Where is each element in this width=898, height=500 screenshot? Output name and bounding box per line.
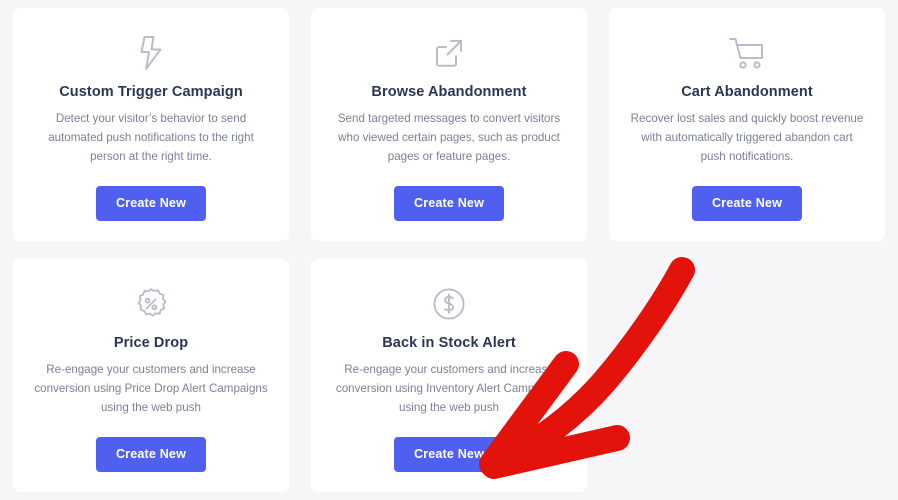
- create-new-button[interactable]: Create New: [95, 437, 207, 472]
- card-title: Browse Abandonment: [371, 84, 527, 100]
- percent-badge-icon: [134, 281, 168, 327]
- card-description: Re-engage your customers and increase co…: [34, 363, 268, 414]
- lightning-bolt-icon: [136, 30, 166, 76]
- card-title: Back in Stock Alert: [382, 335, 516, 351]
- campaign-type-grid: Custom Trigger Campaign Detect your visi…: [13, 8, 885, 492]
- create-new-button[interactable]: Create New: [95, 186, 207, 221]
- create-new-button[interactable]: Create New: [393, 437, 505, 472]
- card-title: Price Drop: [113, 335, 189, 351]
- dollar-circle-icon: [432, 281, 466, 327]
- card-description: Recover lost sales and quickly boost rev…: [630, 112, 864, 163]
- card-description: Re-engage your customers and increase co…: [335, 363, 563, 414]
- shopping-cart-icon: [728, 30, 766, 76]
- create-new-button[interactable]: Create New: [393, 186, 505, 221]
- card-title: Cart Abandonment: [681, 84, 813, 100]
- campaign-card-browse-abandonment[interactable]: Browse Abandonment Send targeted message…: [311, 8, 587, 241]
- create-new-button[interactable]: Create New: [691, 186, 803, 221]
- campaign-card-custom-trigger[interactable]: Custom Trigger Campaign Detect your visi…: [13, 8, 289, 241]
- card-description: Detect your visitor’s behavior to send a…: [48, 112, 254, 163]
- campaign-card-cart-abandonment[interactable]: Cart Abandonment Recover lost sales and …: [609, 8, 885, 241]
- external-link-icon: [433, 30, 465, 76]
- campaign-card-back-in-stock[interactable]: Back in Stock Alert Re-engage your custo…: [311, 259, 587, 492]
- campaign-card-price-drop[interactable]: Price Drop Re-engage your customers and …: [13, 259, 289, 492]
- card-title: Custom Trigger Campaign: [59, 84, 243, 100]
- card-description: Send targeted messages to convert visito…: [337, 112, 561, 163]
